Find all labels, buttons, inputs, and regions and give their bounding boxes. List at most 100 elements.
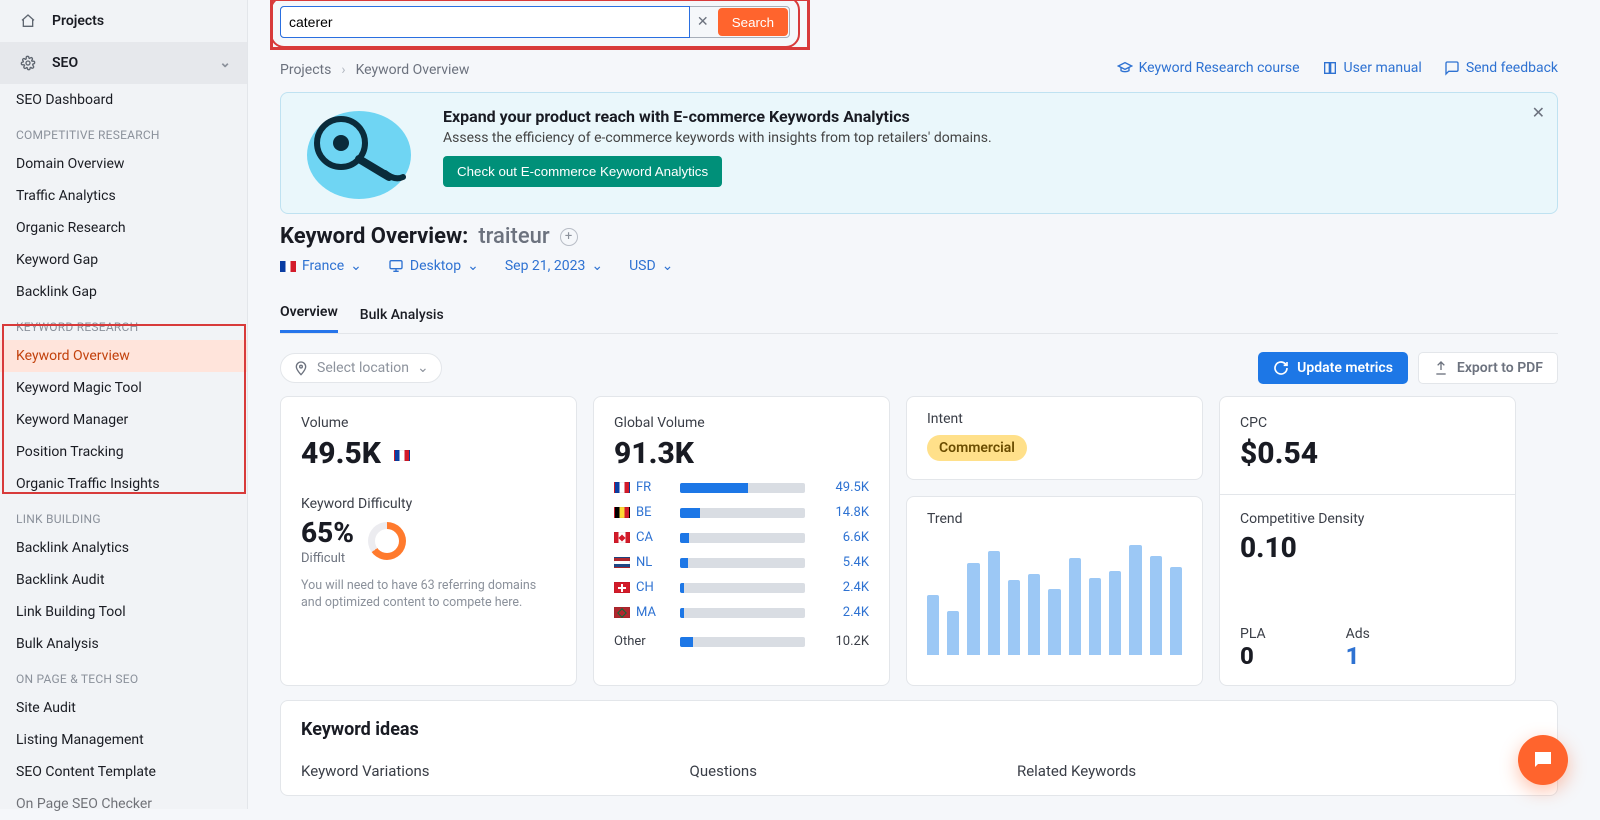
add-keyword-button[interactable]: + xyxy=(560,228,578,246)
search-button[interactable]: Search xyxy=(718,8,788,36)
toolbar: Select location ⌄ Update metrics Export … xyxy=(280,350,1558,386)
nav-backlink-audit[interactable]: Backlink Audit xyxy=(0,564,247,596)
chevron-down-icon: ⌄ xyxy=(350,258,362,274)
global-volume-row: BE 14.8K xyxy=(614,505,869,520)
filter-country[interactable]: France ⌄ xyxy=(280,258,362,274)
nav-organic-research[interactable]: Organic Research xyxy=(0,212,247,244)
link-send-feedback[interactable]: Send feedback xyxy=(1444,60,1558,76)
global-volume-rows: FR 49.5K BE 14.8K CA 6.6K NL 5.4K CH 2.4K MA 2.4K xyxy=(614,480,869,620)
link-keyword-course[interactable]: Keyword Research course xyxy=(1117,60,1300,76)
chevron-right-icon: › xyxy=(341,62,345,78)
update-metrics-button[interactable]: Update metrics xyxy=(1258,352,1408,384)
gv-country-link[interactable]: CA xyxy=(614,530,670,545)
book-icon xyxy=(1322,60,1338,76)
filter-currency[interactable]: USD ⌄ xyxy=(629,258,673,274)
monitor-icon xyxy=(388,258,404,274)
gv-country-link[interactable]: CH xyxy=(614,580,670,595)
gear-icon xyxy=(16,55,40,71)
filter-bar: France ⌄ Desktop ⌄ Sep 21, 2023 ⌄ USD ⌄ xyxy=(280,258,673,274)
nav-projects[interactable]: Projects xyxy=(0,0,247,42)
chat-icon xyxy=(1531,748,1555,772)
nav-seo-content-template[interactable]: SEO Content Template xyxy=(0,756,247,788)
chat-bubble-icon xyxy=(1444,60,1460,76)
main: ✕ Search Projects › Keyword Overview Key… xyxy=(248,0,1600,809)
nav-keyword-overview[interactable]: Keyword Overview xyxy=(0,340,247,372)
global-volume-value: 91.3K xyxy=(614,437,869,470)
ki-col-related: Related Keywords xyxy=(1017,762,1136,780)
nav-seo[interactable]: SEO ⌄ xyxy=(0,42,247,84)
chevron-down-icon: ⌄ xyxy=(467,258,479,274)
map-pin-icon xyxy=(293,360,309,376)
gv-country-link[interactable]: BE xyxy=(614,505,670,520)
nav-seo-dashboard[interactable]: SEO Dashboard xyxy=(0,84,247,116)
tab-overview[interactable]: Overview xyxy=(280,304,338,333)
nav-listing-management[interactable]: Listing Management xyxy=(0,724,247,756)
section-onpage-title: ON PAGE & TECH SEO xyxy=(0,660,247,692)
kd-donut-chart xyxy=(368,522,406,560)
nav-seo-label: SEO xyxy=(52,55,78,71)
upload-icon xyxy=(1433,360,1449,376)
nav-keyword-manager[interactable]: Keyword Manager xyxy=(0,404,247,436)
nav-site-audit[interactable]: Site Audit xyxy=(0,692,247,724)
nav-keyword-magic[interactable]: Keyword Magic Tool xyxy=(0,372,247,404)
promo-cta-button[interactable]: Check out E-commerce Keyword Analytics xyxy=(443,156,722,187)
page-heading: Keyword Overview: traiteur + xyxy=(280,224,578,249)
breadcrumb: Projects › Keyword Overview xyxy=(280,62,469,78)
chevron-down-icon: ⌄ xyxy=(219,55,231,71)
trend-bar xyxy=(1150,556,1162,655)
gv-country-link[interactable]: MA xyxy=(614,605,670,620)
kd-value: 65% xyxy=(301,516,354,549)
chevron-down-icon: ⌄ xyxy=(417,360,429,376)
trend-bar xyxy=(1048,589,1060,655)
trend-bar xyxy=(927,595,939,656)
location-select[interactable]: Select location ⌄ xyxy=(280,353,442,383)
nav-keyword-gap[interactable]: Keyword Gap xyxy=(0,244,247,276)
gv-country-link[interactable]: NL xyxy=(614,555,670,570)
keyword-value: traiteur xyxy=(478,224,549,249)
nav-traffic-analytics[interactable]: Traffic Analytics xyxy=(0,180,247,212)
gv-value[interactable]: 2.4K xyxy=(815,605,869,620)
nav-backlink-gap[interactable]: Backlink Gap xyxy=(0,276,247,308)
tab-bulk-analysis[interactable]: Bulk Analysis xyxy=(360,307,444,333)
trend-bar xyxy=(1170,567,1182,655)
intercom-chat-button[interactable] xyxy=(1518,735,1568,785)
trend-bar xyxy=(947,611,959,655)
nav-bulk-analysis[interactable]: Bulk Analysis xyxy=(0,628,247,660)
global-volume-other: Other 10.2K xyxy=(614,634,869,649)
crumb-root[interactable]: Projects xyxy=(280,62,331,78)
nav-on-page-seo-checker[interactable]: On Page SEO Checker xyxy=(0,788,247,820)
flag-ma-icon xyxy=(614,607,630,618)
gv-value[interactable]: 2.4K xyxy=(815,580,869,595)
global-volume-label: Global Volume xyxy=(614,415,869,431)
ads-value[interactable]: 1 xyxy=(1346,642,1370,670)
link-user-manual[interactable]: User manual xyxy=(1322,60,1422,76)
clear-search-icon[interactable]: ✕ xyxy=(689,7,717,37)
gv-value[interactable]: 49.5K xyxy=(815,480,869,495)
export-pdf-button[interactable]: Export to PDF xyxy=(1418,352,1558,384)
gv-value[interactable]: 14.8K xyxy=(815,505,869,520)
card-intent: Intent Commercial xyxy=(906,396,1203,480)
nav-organic-traffic-insights[interactable]: Organic Traffic Insights xyxy=(0,468,247,500)
home-icon xyxy=(16,13,40,29)
flag-fr-icon xyxy=(280,261,296,272)
trend-bar xyxy=(988,551,1000,656)
pla-label: PLA xyxy=(1240,626,1266,642)
search-input[interactable] xyxy=(281,7,689,37)
promo-illustration xyxy=(297,107,431,201)
filter-device[interactable]: Desktop ⌄ xyxy=(388,258,479,274)
nav-domain-overview[interactable]: Domain Overview xyxy=(0,148,247,180)
nav-position-tracking[interactable]: Position Tracking xyxy=(0,436,247,468)
gv-value[interactable]: 5.4K xyxy=(815,555,869,570)
chevron-down-icon: ⌄ xyxy=(591,258,603,274)
gv-country-link[interactable]: FR xyxy=(614,480,670,495)
intent-label: Intent xyxy=(927,411,1182,427)
card-cpc: CPC $0.54 Competitive Density 0.10 PLA 0… xyxy=(1219,396,1516,686)
promo-close-icon[interactable]: ✕ xyxy=(1532,103,1545,122)
volume-label: Volume xyxy=(301,415,556,431)
trend-bar xyxy=(1069,558,1081,655)
nav-backlink-analytics[interactable]: Backlink Analytics xyxy=(0,532,247,564)
nav-link-building-tool[interactable]: Link Building Tool xyxy=(0,596,247,628)
card-keyword-ideas: Keyword ideas Keyword Variations Questio… xyxy=(280,700,1558,796)
gv-value[interactable]: 6.6K xyxy=(815,530,869,545)
filter-date[interactable]: Sep 21, 2023 ⌄ xyxy=(505,258,603,274)
